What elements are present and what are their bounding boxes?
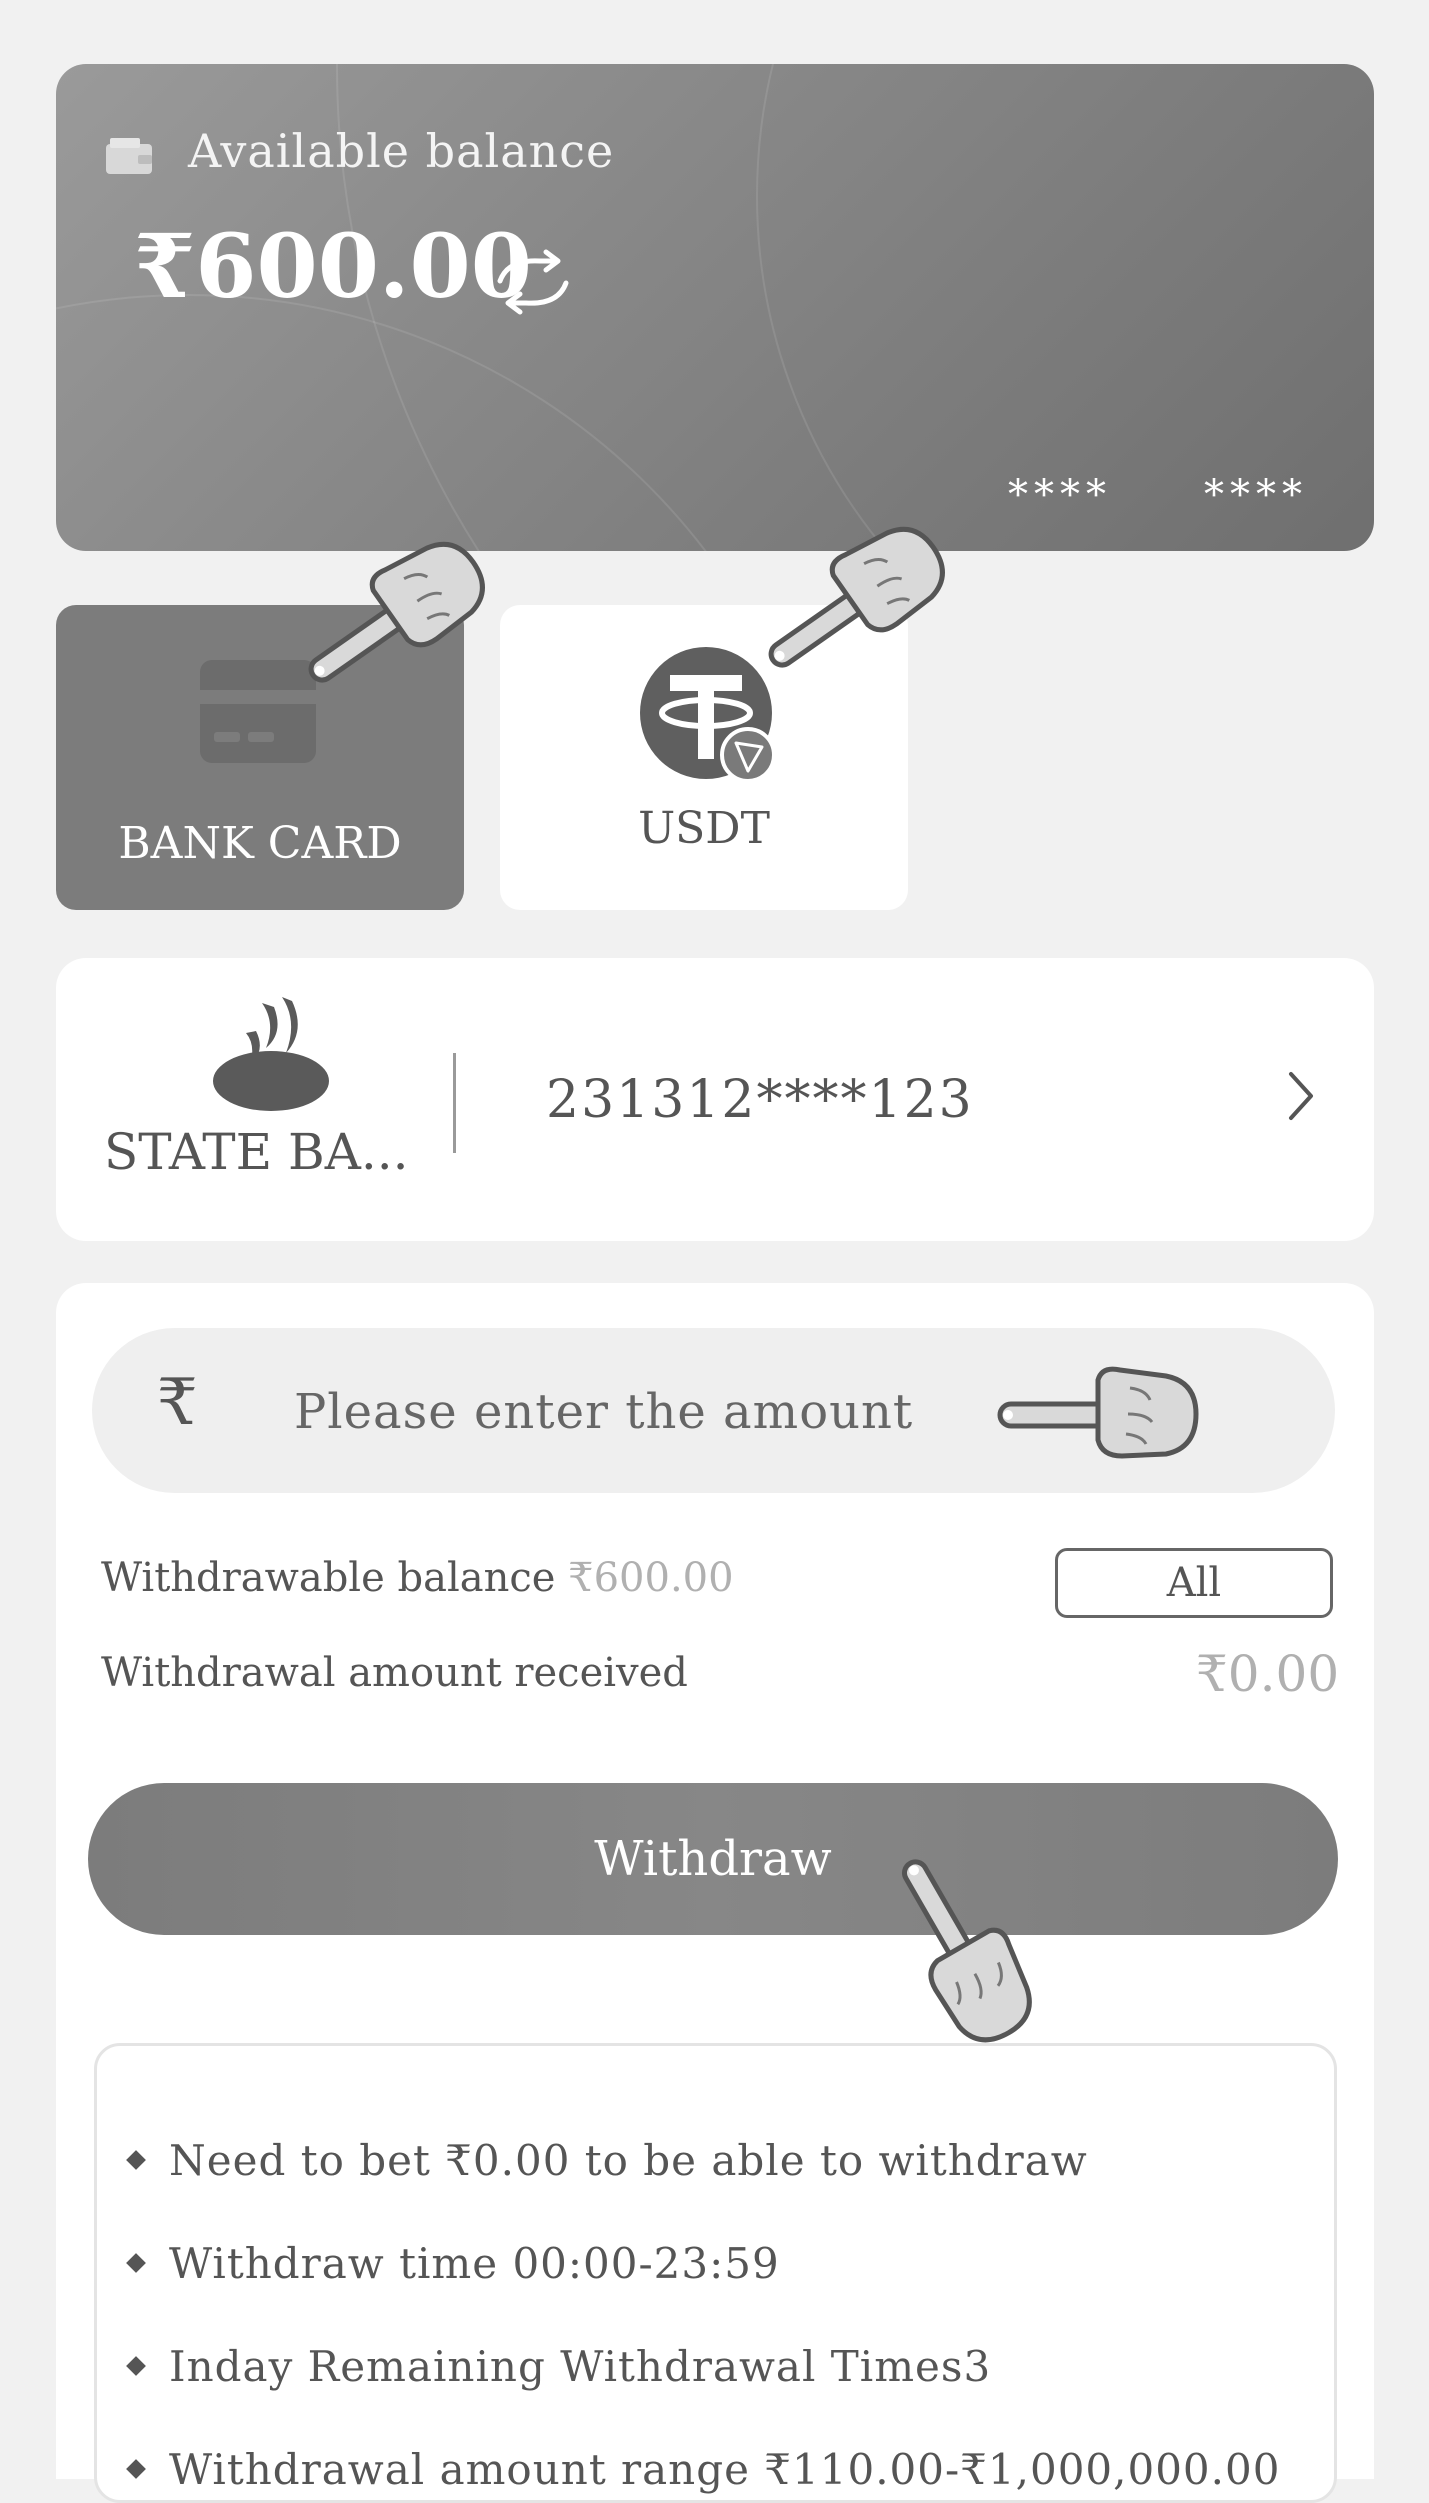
all-amount-button[interactable]: All [1055, 1548, 1333, 1618]
withdrawable-balance-label: Withdrawable balance [101, 1555, 556, 1601]
divider [453, 1053, 456, 1153]
rule-item: Withdrawal amount range ₹110.00-₹1,000,0… [126, 2445, 1280, 2494]
wallet-icon [106, 138, 152, 174]
rule-item: Withdraw time 00:00-23:59 [126, 2239, 780, 2288]
balance-card: Available balance ₹600.00 **** **** [56, 64, 1374, 551]
balance-label: Available balance [188, 124, 615, 178]
balance-amount: ₹600.00 [134, 214, 533, 318]
bank-name: STATE BA... [104, 1123, 409, 1181]
refresh-icon[interactable] [488, 247, 578, 317]
chevron-right-icon [1289, 1072, 1313, 1120]
rule-item: Inday Remaining Withdrawal Times3 [126, 2342, 991, 2391]
bullet-icon [126, 2150, 146, 2170]
method-label: USDT [638, 803, 770, 854]
withdraw-rules: Need to bet ₹0.00 to be able to withdraw… [94, 2043, 1337, 2503]
bullet-icon [126, 2253, 146, 2273]
card-number-mask: **** [1204, 472, 1308, 518]
bank-logo-icon [213, 997, 329, 1111]
bank-account-selector[interactable]: STATE BA... 231312****123 [56, 958, 1374, 1241]
rule-item: Need to bet ₹0.00 to be able to withdraw [126, 2136, 1088, 2185]
hand-pointer-icon [902, 1859, 1032, 2043]
bullet-icon [126, 2459, 146, 2479]
received-label: Withdrawal amount received [101, 1650, 688, 1696]
withdrawable-balance-value: ₹600.00 [568, 1555, 734, 1601]
bullet-icon [126, 2356, 146, 2376]
account-number: 231312****123 [546, 1070, 974, 1130]
rupee-icon: ₹ [157, 1366, 198, 1440]
method-label: BANK CARD [118, 818, 402, 869]
hand-pointer-icon [308, 541, 485, 683]
hand-pointer-icon [997, 1366, 1199, 1459]
hand-pointer-icon [768, 526, 945, 668]
received-value: ₹0.00 [1196, 1645, 1340, 1703]
card-number-mask: **** [1008, 472, 1112, 518]
withdraw-button[interactable]: Withdraw [88, 1783, 1338, 1935]
withdrawable-balance: Withdrawable balance ₹600.00 [101, 1555, 734, 1601]
